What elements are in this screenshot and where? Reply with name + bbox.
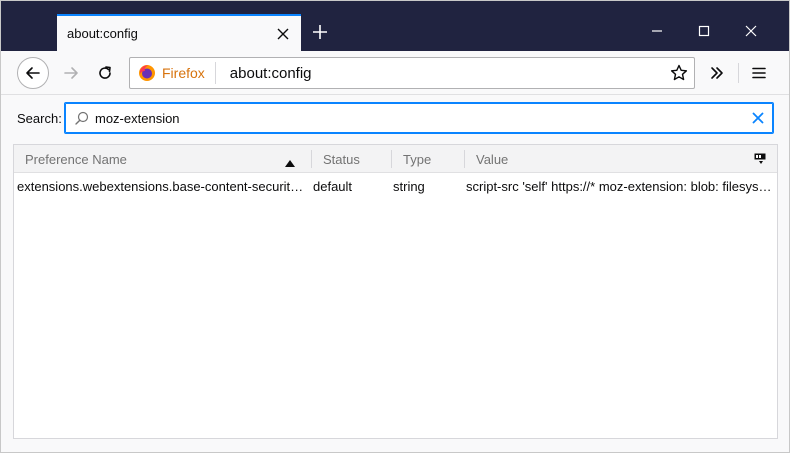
close-window-button[interactable]: [731, 13, 771, 49]
url-text[interactable]: about:config: [230, 65, 664, 82]
column-header-label: Preference Name: [25, 151, 127, 167]
back-button[interactable]: [17, 57, 49, 89]
search-label: Search:: [17, 111, 62, 126]
clear-search-icon[interactable]: [743, 112, 773, 124]
sort-ascending-icon[interactable]: [285, 155, 295, 170]
column-picker-icon[interactable]: [754, 153, 766, 168]
maximize-icon: [698, 25, 710, 37]
menu-button[interactable]: [743, 57, 775, 89]
title-bar: about:config: [1, 1, 789, 51]
minimize-icon: [652, 30, 662, 32]
minimize-button[interactable]: [637, 13, 677, 49]
column-separator[interactable]: [311, 150, 312, 168]
chevrons-right-icon: [711, 67, 723, 79]
toolbar-separator: [738, 63, 739, 83]
reload-icon: [99, 66, 111, 79]
close-tab-icon[interactable]: [271, 22, 295, 46]
hamburger-menu-icon: [752, 67, 766, 79]
new-tab-button[interactable]: [305, 17, 335, 47]
browser-window: about:config Firefox about:config Search…: [0, 0, 790, 453]
reload-button[interactable]: [89, 57, 121, 89]
window-bottom-edge: [1, 439, 789, 452]
overflow-button[interactable]: [701, 57, 733, 89]
bookmark-star-icon[interactable]: [664, 64, 694, 82]
preferences-table: Preference Name Status Type Value extens…: [13, 144, 778, 439]
tab-about-config[interactable]: about:config: [57, 14, 301, 51]
identity-label: Firefox: [162, 65, 205, 81]
column-header-type[interactable]: Type: [403, 145, 463, 173]
pref-type-cell: string: [393, 179, 425, 194]
column-header-label: Status: [323, 151, 360, 167]
identity-box[interactable]: Firefox: [130, 62, 216, 84]
search-box[interactable]: [64, 102, 774, 134]
pref-status-cell: default: [313, 179, 353, 194]
pref-name-cell: extensions.webextensions.base-content-se…: [17, 179, 307, 194]
column-header-value[interactable]: Value: [476, 145, 676, 173]
table-header: Preference Name Status Type Value: [14, 145, 777, 173]
forward-button[interactable]: [55, 57, 87, 89]
column-header-label: Value: [476, 151, 509, 167]
firefox-logo-icon: [139, 65, 155, 81]
column-separator[interactable]: [464, 150, 465, 168]
search-input[interactable]: [95, 110, 743, 126]
search-icon: [75, 111, 89, 125]
pref-value-cell: script-src 'self' https://* moz-extensio…: [466, 179, 772, 194]
column-header-status[interactable]: Status: [323, 145, 393, 173]
tab-title: about:config: [67, 26, 138, 41]
column-header-label: Type: [403, 151, 432, 167]
column-header-preference-name[interactable]: Preference Name: [25, 145, 315, 173]
maximize-button[interactable]: [684, 13, 724, 49]
search-row: Search:: [1, 96, 789, 142]
table-row[interactable]: extensions.webextensions.base-content-se…: [14, 179, 777, 199]
forward-arrow-icon: [64, 67, 78, 79]
navigation-toolbar: Firefox about:config: [1, 51, 789, 95]
column-separator[interactable]: [391, 150, 392, 168]
url-bar[interactable]: Firefox about:config: [129, 57, 695, 89]
back-arrow-icon: [26, 67, 40, 79]
plus-icon: [313, 25, 327, 39]
close-icon: [745, 25, 757, 37]
